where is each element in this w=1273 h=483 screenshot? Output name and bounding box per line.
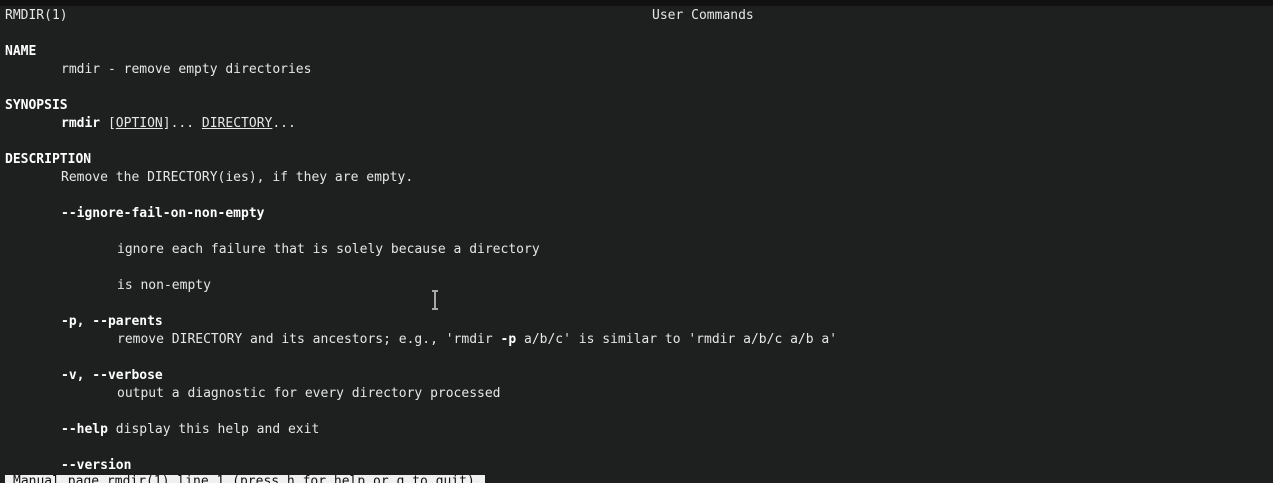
option-flag-ignore-fail: --ignore-fail-on-non-empty	[61, 206, 265, 221]
section-heading-name: NAME	[5, 44, 37, 59]
synopsis-directory: DIRECTORY	[201, 116, 273, 131]
description-intro: Remove the DIRECTORY(ies), if they are e…	[61, 170, 414, 185]
ibeam-cursor-icon	[432, 290, 438, 310]
synopsis-command: rmdir	[61, 116, 101, 131]
synopsis-bracket-close: ]...	[162, 116, 202, 131]
parents-desc-pre: remove DIRECTORY and its ancestors; e.g.…	[117, 332, 501, 347]
option-flag-help: --help	[61, 422, 108, 437]
option-desc-verbose: output a diagnostic for every directory …	[117, 386, 501, 401]
option-desc-ignore-fail-1: ignore each failure that is solely becau…	[117, 242, 540, 257]
option-desc-help: display this help and exit	[107, 422, 320, 437]
synopsis-option: OPTION	[115, 116, 163, 131]
parents-desc-post: a/b/c' is similar to 'rmdir a/b/c a/b a'	[516, 332, 838, 347]
window-top-edge	[0, 0, 1273, 6]
option-flag-verbose: -v, --verbose	[61, 368, 163, 383]
synopsis-line: rmdir [OPTION]... DIRECTORY...	[61, 115, 296, 133]
option-flag-version: --version	[61, 458, 132, 473]
option-flag-parents: -p, --parents	[61, 314, 163, 329]
name-text: rmdir - remove empty directories	[61, 62, 312, 77]
option-desc-ignore-fail-2: is non-empty	[117, 278, 211, 293]
man-header-left: RMDIR(1)	[5, 8, 68, 23]
man-header-center: User Commands	[652, 8, 754, 23]
option-help-line: --help display this help and exit	[61, 421, 319, 439]
section-heading-synopsis: SYNOPSIS	[5, 98, 68, 113]
terminal-window[interactable]: RMDIR(1) User Commands NAME rmdir - remo…	[0, 0, 1273, 483]
option-desc-parents: remove DIRECTORY and its ancestors; e.g.…	[117, 331, 837, 349]
synopsis-bracket-open: [	[100, 116, 116, 131]
parents-desc-bold: -p	[500, 332, 517, 347]
section-heading-description: DESCRIPTION	[5, 152, 92, 167]
synopsis-ellipsis: ...	[272, 116, 296, 131]
pager-status-bar: Manual page rmdir(1) line 1 (press h for…	[5, 475, 485, 483]
